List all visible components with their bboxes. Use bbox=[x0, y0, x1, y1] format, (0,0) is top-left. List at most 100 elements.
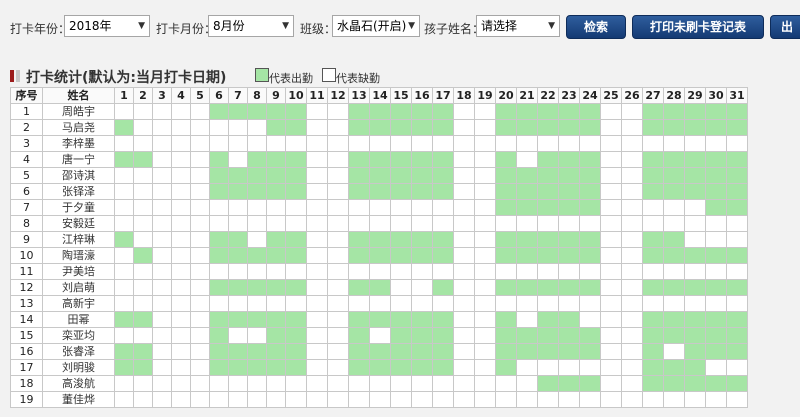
attendance-cell-present bbox=[266, 311, 286, 328]
attendance-cell-absent bbox=[171, 119, 191, 136]
attendance-cell-present bbox=[285, 279, 307, 296]
attendance-cell-present bbox=[579, 327, 601, 344]
attendance-cell-absent bbox=[133, 135, 153, 152]
attendance-cell-present bbox=[516, 231, 538, 248]
attendance-cell-absent bbox=[133, 167, 153, 184]
attendance-cell-absent bbox=[369, 199, 391, 216]
chevron-down-icon: ▼ bbox=[408, 21, 415, 31]
attendance-cell-absent bbox=[684, 135, 706, 152]
attendance-cell-absent bbox=[171, 391, 191, 408]
attendance-cell-absent bbox=[621, 231, 643, 248]
attendance-cell-absent bbox=[247, 295, 267, 312]
attendance-cell-absent bbox=[495, 263, 517, 280]
attendance-cell-absent bbox=[600, 135, 622, 152]
attendance-cell-present bbox=[642, 167, 664, 184]
header-day: 1 bbox=[114, 87, 134, 104]
export-button[interactable]: 出 bbox=[770, 15, 800, 39]
attendance-cell-present bbox=[369, 231, 391, 248]
attendance-cell-absent bbox=[516, 391, 538, 408]
attendance-cell-absent bbox=[114, 135, 134, 152]
attendance-cell-absent bbox=[474, 311, 496, 328]
child-name: 于夕童 bbox=[42, 199, 115, 216]
row-number: 4 bbox=[10, 151, 43, 168]
attendance-cell-absent bbox=[152, 215, 172, 232]
attendance-cell-absent bbox=[171, 327, 191, 344]
attendance-cell-present bbox=[516, 279, 538, 296]
attendance-cell-present bbox=[705, 247, 727, 264]
attendance-cell-absent bbox=[474, 279, 496, 296]
attendance-cell-absent bbox=[642, 215, 664, 232]
attendance-cell-absent bbox=[453, 103, 475, 120]
attendance-cell-absent bbox=[621, 343, 643, 360]
header-day: 2 bbox=[133, 87, 153, 104]
attendance-cell-absent bbox=[152, 343, 172, 360]
attendance-cell-present bbox=[558, 279, 580, 296]
attendance-cell-absent bbox=[152, 135, 172, 152]
attendance-cell-present bbox=[684, 167, 706, 184]
attendance-cell-absent bbox=[474, 343, 496, 360]
attendance-cell-absent bbox=[327, 311, 349, 328]
attendance-cell-present bbox=[266, 343, 286, 360]
table-row: 19 董佳烨 bbox=[10, 391, 748, 408]
table-row: 7 于夕童 bbox=[10, 199, 748, 216]
child-name: 刘明骏 bbox=[42, 359, 115, 376]
attendance-cell-absent bbox=[600, 263, 622, 280]
attendance-cell-present bbox=[558, 151, 580, 168]
attendance-cell-present bbox=[390, 359, 412, 376]
attendance-cell-absent bbox=[348, 295, 370, 312]
attendance-cell-absent bbox=[705, 295, 727, 312]
attendance-cell-absent bbox=[306, 103, 328, 120]
child-name: 安毅廷 bbox=[42, 215, 115, 232]
attendance-cell-present bbox=[209, 311, 229, 328]
attendance-cell-absent bbox=[133, 375, 153, 392]
attendance-cell-present bbox=[558, 119, 580, 136]
header-day: 31 bbox=[726, 87, 748, 104]
attendance-cell-present bbox=[228, 279, 248, 296]
attendance-cell-present bbox=[432, 231, 454, 248]
attendance-cell-absent bbox=[171, 359, 191, 376]
year-select[interactable]: 2018年 ▼ bbox=[64, 15, 150, 37]
attendance-cell-absent bbox=[558, 295, 580, 312]
attendance-cell-present bbox=[558, 199, 580, 216]
attendance-cell-absent bbox=[228, 263, 248, 280]
attendance-cell-absent bbox=[516, 375, 538, 392]
attendance-cell-absent bbox=[171, 199, 191, 216]
attendance-cell-absent bbox=[684, 391, 706, 408]
attendance-cell-absent bbox=[516, 215, 538, 232]
attendance-cell-absent bbox=[474, 231, 496, 248]
search-button[interactable]: 检索 bbox=[566, 15, 626, 39]
attendance-cell-absent bbox=[247, 231, 267, 248]
attendance-cell-present bbox=[266, 119, 286, 136]
attendance-cell-absent bbox=[663, 295, 685, 312]
attendance-cell-present bbox=[579, 231, 601, 248]
attendance-cell-absent bbox=[285, 263, 307, 280]
attendance-cell-present bbox=[705, 279, 727, 296]
attendance-cell-absent bbox=[558, 359, 580, 376]
attendance-cell-absent bbox=[228, 375, 248, 392]
attendance-cell-absent bbox=[621, 119, 643, 136]
attendance-cell-absent bbox=[306, 135, 328, 152]
attendance-cell-present bbox=[432, 359, 454, 376]
print-unswiped-button[interactable]: 打印未刷卡登记表 bbox=[632, 15, 764, 39]
attendance-cell-absent bbox=[453, 311, 475, 328]
class-select[interactable]: 水晶石(开启) ▼ bbox=[332, 15, 420, 37]
attendance-cell-absent bbox=[190, 391, 210, 408]
attendance-cell-present bbox=[537, 151, 559, 168]
attendance-cell-absent bbox=[453, 263, 475, 280]
attendance-cell-present bbox=[495, 279, 517, 296]
row-number: 11 bbox=[10, 263, 43, 280]
attendance-cell-absent bbox=[171, 135, 191, 152]
attendance-cell-present bbox=[369, 103, 391, 120]
month-select[interactable]: 8月份 ▼ bbox=[208, 15, 294, 37]
attendance-cell-present bbox=[209, 103, 229, 120]
attendance-cell-present bbox=[642, 279, 664, 296]
attendance-cell-absent bbox=[152, 359, 172, 376]
attendance-cell-present bbox=[390, 247, 412, 264]
child-select[interactable]: 请选择 ▼ bbox=[476, 15, 560, 37]
attendance-cell-absent bbox=[285, 295, 307, 312]
attendance-cell-present bbox=[133, 311, 153, 328]
year-label: 打卡年份： bbox=[10, 22, 71, 36]
attendance-cell-absent bbox=[621, 295, 643, 312]
attendance-cell-absent bbox=[474, 295, 496, 312]
row-number: 7 bbox=[10, 199, 43, 216]
